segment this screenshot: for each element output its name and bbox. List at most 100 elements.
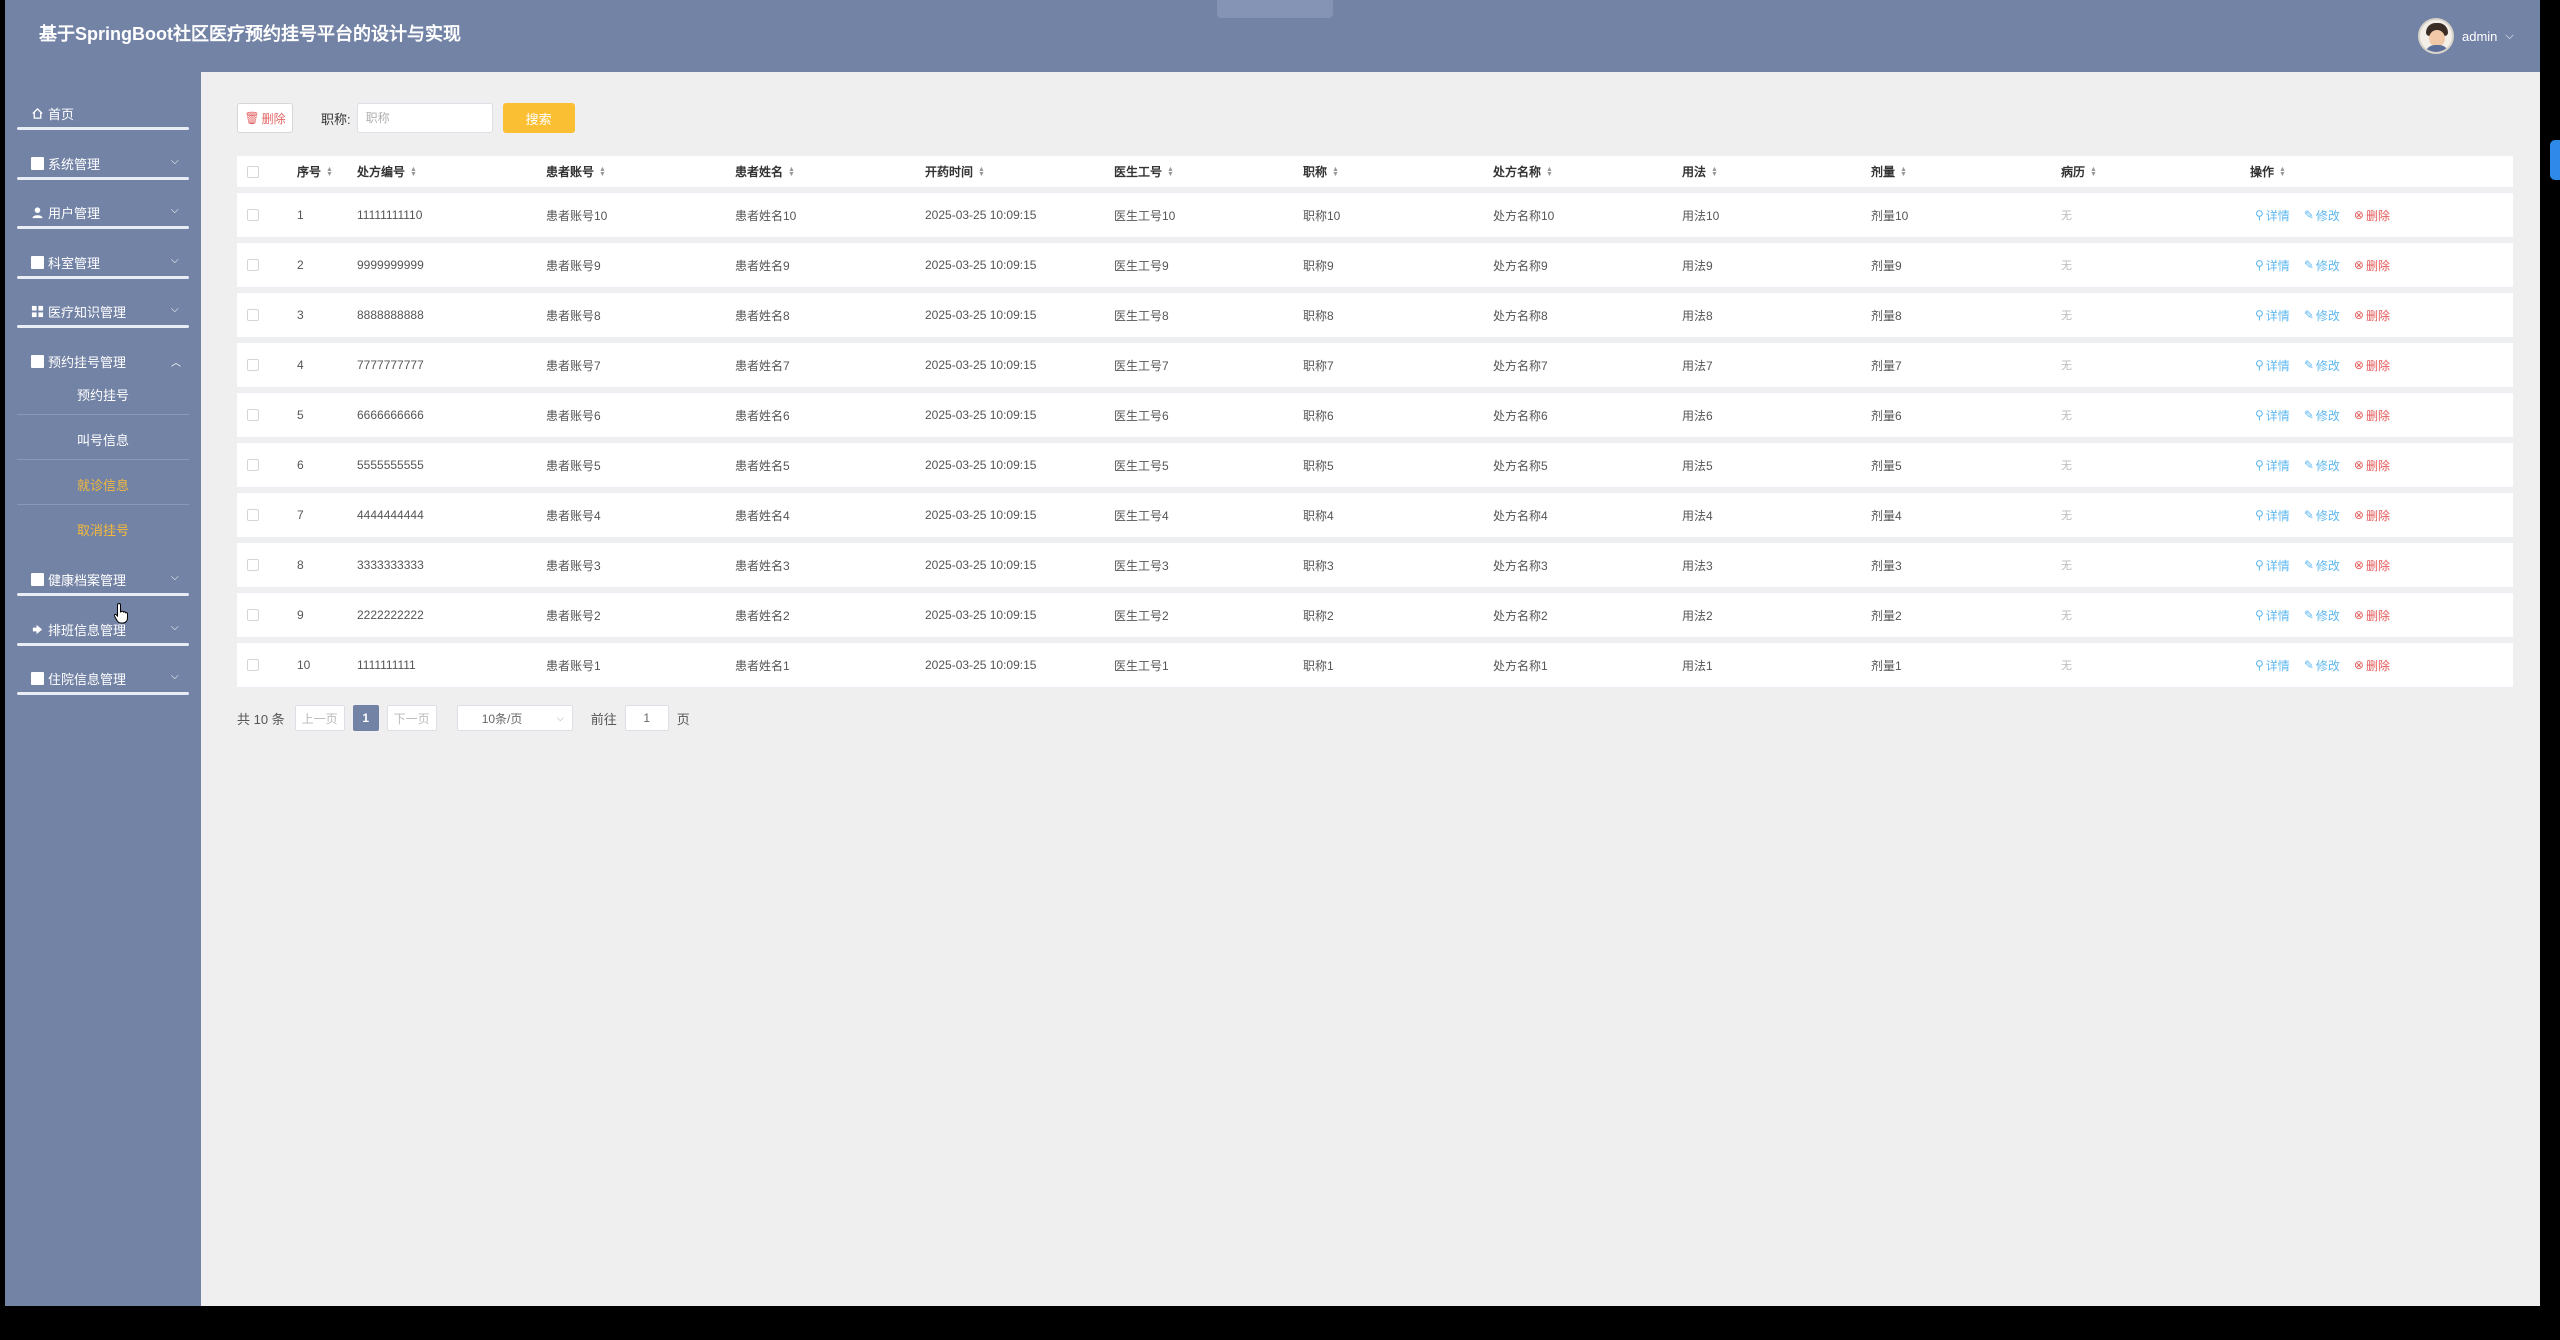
- delete-button[interactable]: ⊗ 删除: [2354, 257, 2390, 274]
- sidebar-item-system[interactable]: 系统管理 ⌵: [5, 134, 201, 180]
- header-col-prescription-name[interactable]: 处方名称 ▲ ▼: [1493, 156, 1553, 187]
- cell-col-title: 职称7: [1303, 358, 1334, 373]
- edit-button[interactable]: ✎ 修改: [2304, 607, 2340, 624]
- header-col-prescription-no[interactable]: 处方编号 ▲ ▼: [357, 156, 417, 187]
- sidebar-subitem-calling[interactable]: 叫号信息: [5, 415, 201, 460]
- sidebar-divider: [17, 692, 189, 695]
- row-checkbox[interactable]: [247, 659, 259, 671]
- cell-col-index: 7: [297, 508, 304, 522]
- sidebar-item-departments[interactable]: 科室管理 ⌵: [5, 233, 201, 279]
- sort-icon[interactable]: ▲ ▼: [2279, 166, 2286, 178]
- sidebar-item-home[interactable]: 首页: [5, 84, 201, 130]
- sort-icon[interactable]: ▲ ▼: [2090, 166, 2097, 178]
- row-checkbox[interactable]: [247, 509, 259, 521]
- header-col-title[interactable]: 职称 ▲ ▼: [1303, 156, 1339, 187]
- sidebar-item-schedules[interactable]: 排班信息管理 ⌵: [5, 600, 201, 646]
- next-page-button[interactable]: 下一页: [386, 705, 437, 731]
- sort-icon[interactable]: ▲ ▼: [1332, 166, 1339, 178]
- avatar[interactable]: [2418, 18, 2454, 54]
- edit-button[interactable]: ✎ 修改: [2304, 507, 2340, 524]
- header-col-patient-account[interactable]: 患者账号 ▲ ▼: [546, 156, 606, 187]
- top-drag-handle[interactable]: [1217, 0, 1333, 18]
- view-button[interactable]: ⚲ 详情: [2255, 307, 2290, 324]
- view-button[interactable]: ⚲ 详情: [2255, 507, 2290, 524]
- sidebar-subitem-visits[interactable]: 就诊信息: [5, 460, 201, 505]
- row-checkbox[interactable]: [247, 209, 259, 221]
- sort-icon[interactable]: ▲ ▼: [1711, 166, 1718, 178]
- view-button[interactable]: ⚲ 详情: [2255, 357, 2290, 374]
- goto-page-input[interactable]: 1: [624, 705, 669, 731]
- view-button[interactable]: ⚲ 详情: [2255, 457, 2290, 474]
- cell-col-usage: 用法3: [1682, 558, 1713, 573]
- page-number-current[interactable]: 1: [352, 705, 379, 731]
- page-size-select[interactable]: 10条/页 ⌵: [456, 705, 573, 731]
- user-menu[interactable]: admin ⌵: [2418, 18, 2514, 54]
- delete-button[interactable]: ⊗ 删除: [2354, 457, 2390, 474]
- row-checkbox[interactable]: [247, 409, 259, 421]
- row-checkbox[interactable]: [247, 309, 259, 321]
- sidebar-item-health-records[interactable]: 健康档案管理 ⌵: [5, 550, 201, 596]
- sidebar-subitem-booking[interactable]: 预约挂号: [5, 370, 201, 415]
- delete-button[interactable]: ⊗ 删除: [2354, 307, 2390, 324]
- edit-button[interactable]: ✎ 修改: [2304, 357, 2340, 374]
- row-checkbox[interactable]: [247, 559, 259, 571]
- edit-button[interactable]: ✎ 修改: [2304, 557, 2340, 574]
- edit-button[interactable]: ✎ 修改: [2304, 407, 2340, 424]
- delete-button[interactable]: ⊗ 删除: [2354, 357, 2390, 374]
- prev-page-button[interactable]: 上一页: [294, 705, 345, 731]
- header-col-actions[interactable]: 操作 ▲ ▼: [2250, 156, 2286, 187]
- sidebar-item-medical-knowledge[interactable]: 医疗知识管理 ⌵: [5, 282, 201, 328]
- header-col-doctor-id[interactable]: 医生工号 ▲ ▼: [1114, 156, 1174, 187]
- search-input[interactable]: [356, 103, 493, 133]
- sort-icon[interactable]: ▲ ▼: [788, 166, 795, 178]
- sort-icon[interactable]: ▲ ▼: [326, 166, 333, 178]
- search-icon: ⚲: [2255, 408, 2264, 422]
- header-col-record[interactable]: 病历 ▲ ▼: [2061, 156, 2097, 187]
- sidebar-item-users[interactable]: 用户管理 ⌵: [5, 183, 201, 229]
- header-col-patient-name[interactable]: 患者姓名 ▲ ▼: [735, 156, 795, 187]
- cell-col-prescription-no: 5555555555: [357, 458, 424, 472]
- chevron-down-icon: ⌵: [171, 572, 179, 583]
- pager-total: 共 10 条: [237, 711, 285, 727]
- edit-button[interactable]: ✎ 修改: [2304, 307, 2340, 324]
- delete-button[interactable]: ⊗ 删除: [2354, 657, 2390, 674]
- view-button[interactable]: ⚲ 详情: [2255, 557, 2290, 574]
- view-button[interactable]: ⚲ 详情: [2255, 607, 2290, 624]
- edit-button[interactable]: ✎ 修改: [2304, 257, 2340, 274]
- row-checkbox[interactable]: [247, 609, 259, 621]
- sidebar-item-inpatient[interactable]: 住院信息管理 ⌵: [5, 649, 201, 695]
- batch-delete-button[interactable]: 🗑 删除: [237, 103, 293, 133]
- view-button[interactable]: ⚲ 详情: [2255, 657, 2290, 674]
- sort-icon[interactable]: ▲ ▼: [599, 166, 606, 178]
- edit-button[interactable]: ✎ 修改: [2304, 457, 2340, 474]
- view-button[interactable]: ⚲ 详情: [2255, 207, 2290, 224]
- view-button[interactable]: ⚲ 详情: [2255, 407, 2290, 424]
- chevron-down-icon[interactable]: ⌵: [2505, 30, 2513, 43]
- row-checkbox[interactable]: [247, 259, 259, 271]
- delete-button[interactable]: ⊗ 删除: [2354, 607, 2390, 624]
- sort-icon[interactable]: ▲ ▼: [978, 166, 985, 178]
- select-all-checkbox[interactable]: [247, 165, 259, 178]
- header-col-dosage[interactable]: 剂量 ▲ ▼: [1871, 156, 1907, 187]
- row-checkbox[interactable]: [247, 459, 259, 471]
- sort-icon[interactable]: ▲ ▼: [1167, 166, 1174, 178]
- delete-button[interactable]: ⊗ 删除: [2354, 557, 2390, 574]
- row-checkbox[interactable]: [247, 359, 259, 371]
- header-col-index[interactable]: 序号 ▲ ▼: [297, 156, 333, 187]
- search-button[interactable]: 搜索: [502, 103, 575, 133]
- sort-icon[interactable]: ▲ ▼: [1900, 166, 1907, 178]
- side-tab[interactable]: [2550, 140, 2560, 180]
- header-col-usage[interactable]: 用法 ▲ ▼: [1682, 156, 1718, 187]
- user-name[interactable]: admin: [2462, 29, 2497, 44]
- delete-button[interactable]: ⊗ 删除: [2354, 507, 2390, 524]
- delete-button[interactable]: ⊗ 删除: [2354, 407, 2390, 424]
- sort-icon[interactable]: ▲ ▼: [410, 166, 417, 178]
- header-col-time[interactable]: 开药时间 ▲ ▼: [925, 156, 985, 187]
- sort-icon[interactable]: ▲ ▼: [1546, 166, 1553, 178]
- delete-button[interactable]: ⊗ 删除: [2354, 207, 2390, 224]
- sidebar-subitem-cancel[interactable]: 取消挂号: [5, 505, 201, 550]
- cell-col-prescription-name: 处方名称3: [1493, 558, 1548, 573]
- edit-button[interactable]: ✎ 修改: [2304, 207, 2340, 224]
- edit-button[interactable]: ✎ 修改: [2304, 657, 2340, 674]
- view-button[interactable]: ⚲ 详情: [2255, 257, 2290, 274]
